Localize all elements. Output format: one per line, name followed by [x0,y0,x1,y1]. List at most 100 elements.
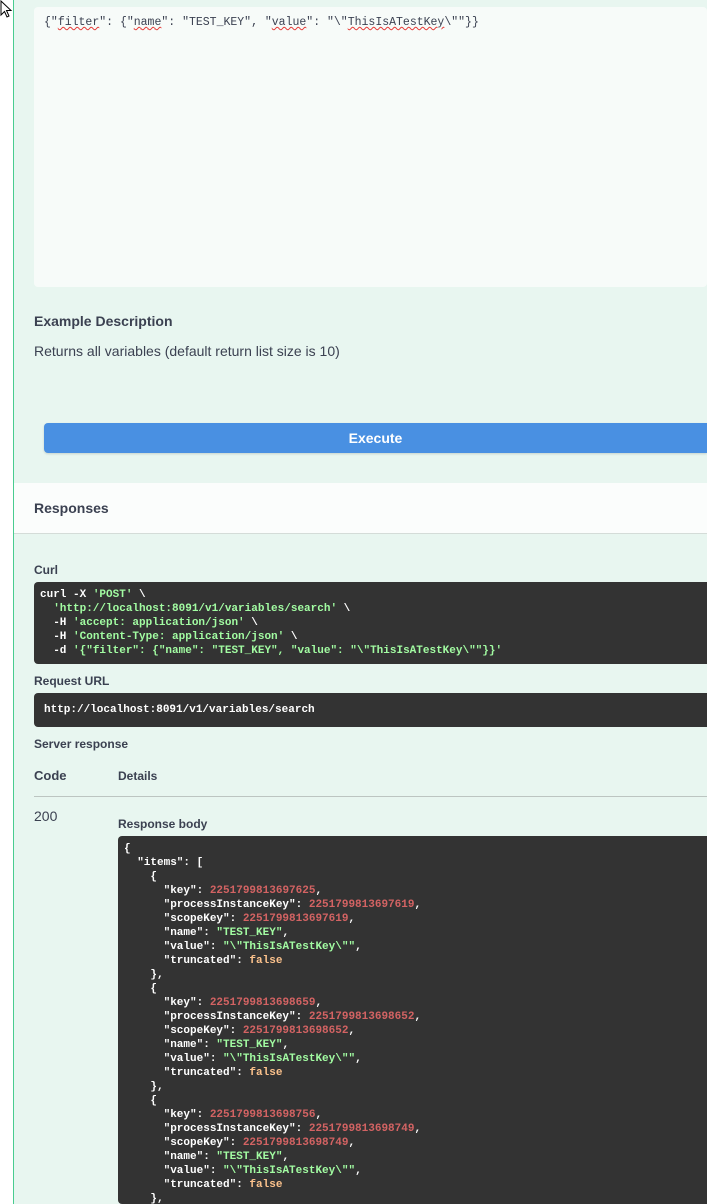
curl-token: \ [284,631,298,643]
curl-token: curl -X [40,589,93,601]
json-token: "value": [124,941,224,953]
example-description-title: Example Description [34,313,173,329]
json-token: }, [124,1193,164,1204]
json-token: "name": [124,1039,217,1051]
response-line: "truncated": false [124,1066,701,1080]
json-token: "key": [124,885,210,897]
response-line: "value": "\"ThisIsATestKey\"", [124,1052,701,1066]
json-token: { [124,843,131,855]
response-line: }, [124,1192,701,1204]
response-body-label: Response body [118,817,208,831]
response-line: "processInstanceKey": 2251799813698652, [124,1010,701,1024]
request-body-text: ": "\" [306,16,348,29]
responses-title: Responses [34,500,109,516]
request-url-label: Request URL [34,674,110,688]
response-line: { [124,842,701,856]
response-status-code: 200 [34,808,58,824]
spellcheck-word: ThisIsATestKey [347,16,445,29]
json-token: , [355,1165,362,1177]
curl-line: -H 'Content-Type: application/json' \ [40,630,701,644]
execute-button[interactable]: Execute [44,423,707,453]
json-token: "TEST_KEY" [216,1039,283,1051]
json-token: "name": [124,1151,217,1163]
json-token: "processInstanceKey": [124,1011,309,1023]
response-line: "scopeKey": 2251799813697619, [124,912,701,926]
json-token: , [355,1053,362,1065]
response-line: { [124,1094,701,1108]
curl-token: '{"filter": {"name": "TEST_KEY", "value"… [73,645,503,657]
json-token: , [282,927,290,939]
json-token: "truncated": [124,1179,250,1191]
response-line: "scopeKey": 2251799813698749, [124,1136,701,1150]
curl-label: Curl [34,563,58,577]
curl-token: -H [40,617,74,629]
json-token: , [414,1123,422,1135]
json-token: false [249,1179,283,1191]
json-token: , [348,1137,356,1149]
curl-token: 'POST' [92,589,133,601]
json-token: 2251799813698749 [242,1137,349,1149]
json-token: "value": [124,1165,224,1177]
curl-token: -d [40,645,74,657]
response-line: "key": 2251799813698659, [124,996,701,1010]
curl-token: \ [244,617,258,629]
json-token: "scopeKey": [124,1137,243,1149]
response-line: { [124,982,701,996]
json-token: 2251799813698749 [308,1123,415,1135]
json-token: "processInstanceKey": [124,1123,309,1135]
request-body-text: {" [44,16,58,29]
code-column-header: Code [34,768,67,783]
json-token: "processInstanceKey": [124,899,309,911]
json-token: "value": [124,1053,224,1065]
request-url-block[interactable]: http://localhost:8091/v1/variables/searc… [34,693,707,727]
response-line: }, [124,968,701,982]
json-token: , [348,1025,356,1037]
json-token: 2251799813698659 [209,997,316,1009]
details-column-header: Details [118,769,158,783]
table-header-divider [34,796,707,797]
curl-code-block[interactable]: curl -X 'POST' \ 'http://localhost:8091/… [34,582,707,664]
response-line: "truncated": false [124,1178,701,1192]
json-token: 2251799813697625 [209,885,316,897]
json-token: "scopeKey": [124,1025,243,1037]
json-token: "truncated": [124,1067,250,1079]
json-token: "scopeKey": [124,913,243,925]
json-token: "truncated": [124,955,250,967]
json-token: "key": [124,997,210,1009]
curl-token: 'http://localhost:8091/v1/variables/sear… [53,603,338,615]
json-token: , [315,1109,323,1121]
response-body-block[interactable]: { "items": [ { "key": 2251799813697625, … [118,836,707,1204]
response-line: "items": [ [124,856,701,870]
request-body-text: ": {" [99,16,134,29]
curl-token: 'accept: application/json' [73,617,245,629]
json-token: , [282,1151,290,1163]
curl-line: -d '{"filter": {"name": "TEST_KEY", "val… [40,644,701,658]
json-token: "\"ThisIsATestKey\"" [223,1053,356,1065]
spellcheck-word: name [133,16,162,29]
json-token: }, [124,969,164,981]
json-token: { [124,983,158,995]
json-token: false [249,955,283,967]
json-token: 2251799813698652 [242,1025,349,1037]
server-response-label: Server response [34,737,129,751]
responses-header: Responses [14,483,707,534]
request-body-text: ": "TEST_KEY", " [161,16,272,29]
json-token: 2251799813698652 [308,1011,415,1023]
response-line: "value": "\"ThisIsATestKey\"", [124,1164,701,1178]
curl-token: \ [337,603,351,615]
response-line: "truncated": false [124,954,701,968]
curl-line: curl -X 'POST' \ [40,588,701,602]
response-line: "value": "\"ThisIsATestKey\"", [124,940,701,954]
request-body-editor[interactable]: {"filter": {"name": "TEST_KEY", "value":… [34,7,707,287]
spellcheck-word: filter [57,16,100,29]
json-token: , [282,1039,290,1051]
curl-line: 'http://localhost:8091/v1/variables/sear… [40,602,701,616]
json-token: }, [124,1081,164,1093]
curl-line: -H 'accept: application/json' \ [40,616,701,630]
json-token: "\"ThisIsATestKey\"" [223,1165,356,1177]
mouse-cursor-icon [0,0,13,18]
json-token: "\"ThisIsATestKey\"" [223,941,356,953]
response-line: { [124,870,701,884]
curl-token: 'Content-Type: application/json' [73,631,285,643]
response-line: "name": "TEST_KEY", [124,1150,701,1164]
